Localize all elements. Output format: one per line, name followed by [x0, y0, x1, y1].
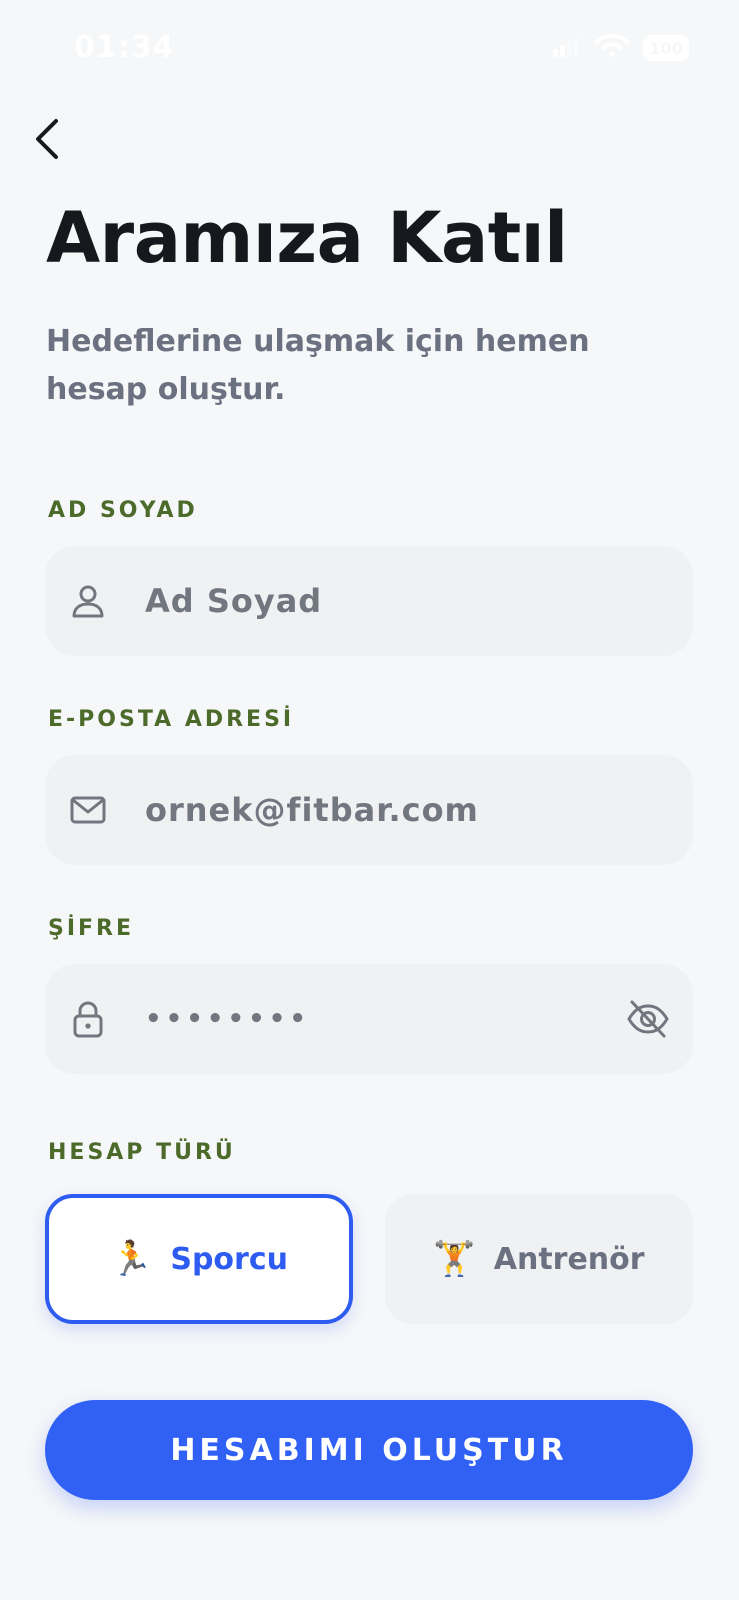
name-input[interactable]: Ad Soyad: [145, 546, 322, 656]
account-type-label: HESAP TÜRÜ: [48, 1140, 236, 1165]
status-icons: 100: [553, 33, 689, 62]
name-field[interactable]: Ad Soyad: [45, 546, 693, 656]
runner-icon: 🏃: [110, 1239, 153, 1279]
weightlifter-icon: 🏋️: [433, 1239, 476, 1279]
battery-icon: 100: [643, 35, 689, 61]
password-label: ŞİFRE: [48, 916, 135, 941]
lock-icon: [69, 1000, 107, 1038]
eye-off-icon[interactable]: [625, 996, 671, 1042]
name-label: AD SOYAD: [48, 498, 198, 523]
email-label: E-POSTA ADRESİ: [48, 707, 295, 732]
wifi-icon: [595, 33, 629, 62]
account-type-option-label: Antrenör: [493, 1241, 645, 1277]
chevron-left-icon: [32, 117, 62, 165]
account-type-option-antrenor[interactable]: 🏋️ Antrenör: [385, 1194, 693, 1324]
password-input[interactable]: ••••••••: [145, 964, 310, 1074]
status-bar: 01:34 100: [0, 0, 739, 100]
cellular-signal-icon: [553, 35, 581, 61]
account-type-option-sporcu[interactable]: 🏃 Sporcu: [45, 1194, 353, 1324]
email-field[interactable]: ornek@fitbar.com: [45, 755, 693, 865]
create-account-button[interactable]: HESABIMI OLUŞTUR: [45, 1400, 693, 1500]
page-title: Aramıza Katıl: [46, 197, 568, 279]
password-field[interactable]: ••••••••: [45, 964, 693, 1074]
email-input[interactable]: ornek@fitbar.com: [145, 755, 479, 865]
page-subtitle: Hedeflerine ulaşmak için hemen hesap olu…: [46, 324, 590, 407]
status-time: 01:34: [74, 30, 175, 65]
user-icon: [69, 582, 107, 620]
account-type-option-label: Sporcu: [170, 1241, 288, 1277]
mail-icon: [69, 791, 107, 829]
back-button[interactable]: [22, 116, 72, 166]
